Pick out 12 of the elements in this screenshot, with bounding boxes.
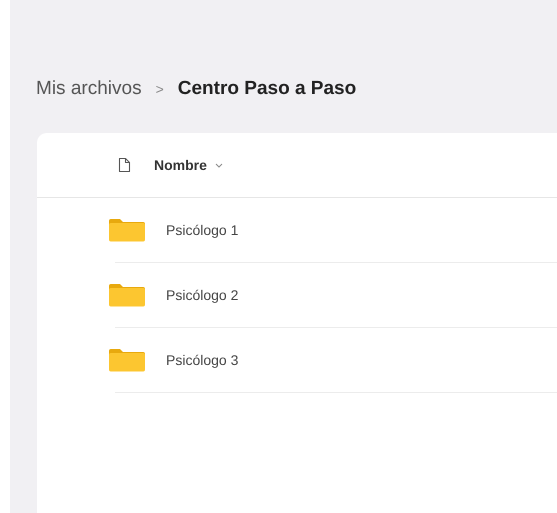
- file-name[interactable]: Psicólogo 3: [166, 352, 238, 368]
- breadcrumb-item[interactable]: Mis archivos: [36, 78, 142, 100]
- column-header[interactable]: Nombre: [154, 157, 207, 173]
- breadcrumb-item[interactable]: Centro Paso a Paso: [178, 78, 356, 100]
- file-icon: [118, 157, 131, 173]
- folder-icon: [108, 283, 146, 307]
- breadcrumb-separator: >: [156, 81, 164, 97]
- folder-icon: [108, 348, 146, 372]
- file-name[interactable]: Psicólogo 2: [166, 287, 238, 303]
- folder-icon: [108, 218, 146, 242]
- sort-caret-icon[interactable]: [214, 162, 223, 168]
- file-name[interactable]: Psicólogo 1: [166, 222, 238, 238]
